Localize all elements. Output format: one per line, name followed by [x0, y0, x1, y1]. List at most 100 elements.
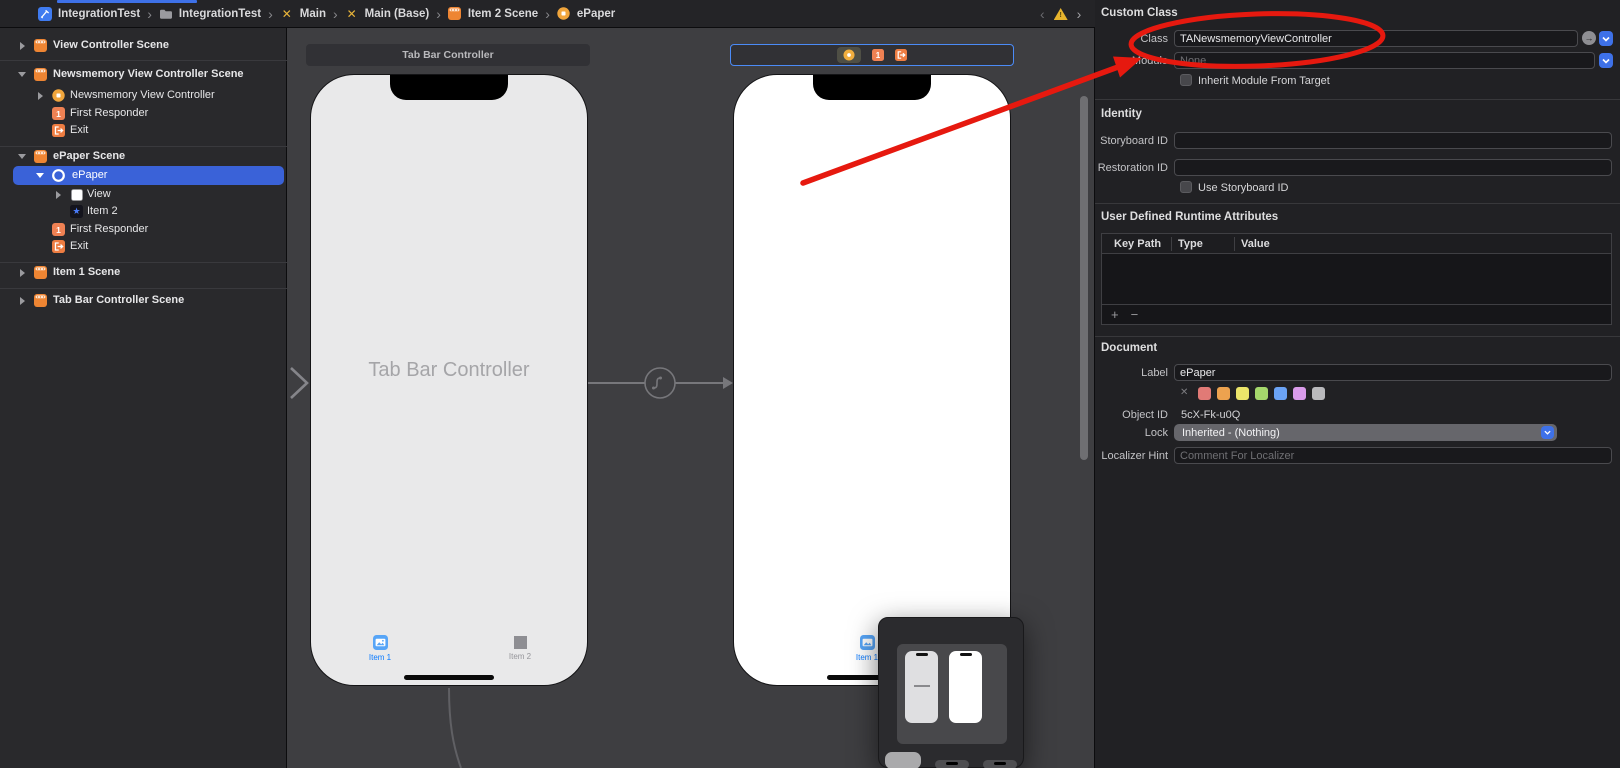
breadcrumb-storyboard[interactable]: ✕ Main: [280, 7, 326, 21]
disclosure-chevron-icon[interactable]: [20, 269, 25, 277]
outline-divider: [0, 60, 287, 61]
color-swatch[interactable]: [1312, 387, 1325, 400]
outline-row-tabbar-scene[interactable]: Tab Bar Controller Scene: [0, 292, 287, 310]
localizer-hint-field[interactable]: [1174, 447, 1612, 464]
outline-row-newsmemory-vc[interactable]: Newsmemory View Controller: [0, 87, 287, 105]
document-label-field[interactable]: [1174, 364, 1612, 381]
storyboard-icon: ✕: [280, 7, 294, 21]
disclosure-chevron-icon[interactable]: [36, 173, 44, 178]
storyboard-id-field[interactable]: [1174, 132, 1612, 149]
breadcrumb-label: Item 2 Scene: [468, 8, 538, 20]
outline-row-newsmemory-scene[interactable]: Newsmemory View Controller Scene: [0, 66, 287, 84]
tab-bar-item-icon: ★: [70, 205, 83, 218]
storyboard-canvas[interactable]: Tab Bar Controller Tab Bar Controller It…: [287, 28, 1095, 768]
storyboard-minimap[interactable]: [878, 617, 1024, 768]
view-icon: [70, 188, 83, 201]
section-title-identity: Identity: [1101, 108, 1142, 120]
color-swatch[interactable]: [1198, 387, 1211, 400]
minimap-viewport[interactable]: [897, 644, 1007, 744]
tab-bar-controller-header[interactable]: Tab Bar Controller: [306, 44, 590, 66]
forward-button[interactable]: ›: [1077, 0, 1082, 28]
color-swatch[interactable]: [1293, 387, 1306, 400]
vertical-scrollbar[interactable]: [1080, 96, 1088, 460]
view-controller-icon-selected[interactable]: [837, 47, 861, 63]
outline-row-first-responder[interactable]: 1 First Responder: [0, 221, 287, 239]
minimap-thumb-scene: [935, 760, 969, 768]
outline-label: Item 1 Scene: [53, 266, 120, 278]
breadcrumb-project[interactable]: IntegrationTest: [38, 7, 140, 21]
photo-icon: [860, 635, 875, 650]
outline-row-view-controller-scene[interactable]: View Controller Scene: [0, 37, 287, 55]
jump-to-class-icon[interactable]: →: [1582, 31, 1596, 45]
breadcrumb-separator: ›: [261, 6, 280, 22]
exit-icon[interactable]: [895, 49, 907, 61]
disclosure-chevron-icon[interactable]: [18, 154, 26, 159]
outline-row-item2[interactable]: ★ Item 2: [0, 203, 287, 221]
outline-row-epaper-scene[interactable]: ePaper Scene: [0, 148, 287, 166]
outline-divider: [0, 288, 287, 289]
color-swatch[interactable]: [1255, 387, 1268, 400]
warning-icon[interactable]: !: [1054, 8, 1068, 20]
class-field[interactable]: [1174, 30, 1578, 47]
outline-label: View Controller Scene: [53, 39, 169, 51]
class-label: Class: [1095, 33, 1168, 45]
storyboard-id-label: Storyboard ID: [1095, 135, 1168, 147]
restoration-id-label: Restoration ID: [1095, 162, 1168, 174]
disclosure-chevron-icon[interactable]: [18, 72, 26, 77]
module-dropdown-button[interactable]: [1599, 53, 1613, 68]
back-button[interactable]: ‹: [1040, 0, 1045, 28]
restoration-id-field[interactable]: [1174, 159, 1612, 176]
outline-row-first-responder[interactable]: 1 First Responder: [0, 105, 287, 123]
color-swatch[interactable]: [1217, 387, 1230, 400]
module-label: Module: [1095, 55, 1168, 67]
disclosure-chevron-icon[interactable]: [20, 297, 25, 305]
outline-row-exit[interactable]: Exit: [0, 238, 287, 256]
first-responder-icon: 1: [52, 223, 65, 236]
exit-icon: [52, 240, 65, 253]
color-swatch[interactable]: [1236, 387, 1249, 400]
disclosure-chevron-icon[interactable]: [20, 42, 25, 50]
color-tag-row: ✕: [1180, 387, 1480, 400]
outline-row-exit[interactable]: Exit: [0, 122, 287, 140]
inherit-module-label: Inherit Module From Target: [1198, 75, 1330, 87]
epaper-device[interactable]: Item 1: [733, 74, 1011, 686]
clear-color-icon[interactable]: ✕: [1180, 387, 1188, 398]
use-storyboard-id-checkbox[interactable]: [1180, 181, 1192, 193]
epaper-header-selected[interactable]: 1: [730, 44, 1014, 66]
disclosure-chevron-icon[interactable]: [56, 191, 61, 199]
outline-divider: [0, 262, 287, 263]
runtime-attributes-table[interactable]: Key Path Type Value + −: [1101, 233, 1612, 325]
color-swatch[interactable]: [1274, 387, 1287, 400]
section-title-custom-class: Custom Class: [1101, 7, 1178, 19]
module-field[interactable]: [1174, 52, 1595, 69]
class-dropdown-button[interactable]: [1599, 31, 1613, 46]
outline-label: Tab Bar Controller Scene: [53, 294, 184, 306]
lock-dropdown[interactable]: Inherited - (Nothing): [1174, 424, 1557, 441]
outline-label: First Responder: [70, 107, 148, 119]
breadcrumb-storyboard-base[interactable]: ✕ Main (Base): [345, 7, 430, 21]
disclosure-chevron-icon[interactable]: [38, 92, 43, 100]
tab-item-2[interactable]: Item 2: [492, 636, 548, 661]
localizer-hint-label: Localizer Hint: [1095, 450, 1168, 462]
tab-item-1[interactable]: Item 1: [352, 635, 408, 662]
add-attribute-button[interactable]: +: [1111, 307, 1119, 322]
document-label-label: Label: [1095, 367, 1168, 379]
first-responder-icon[interactable]: 1: [872, 49, 884, 61]
breadcrumb-scene[interactable]: Item 2 Scene: [448, 7, 538, 21]
outline-row-view[interactable]: View: [0, 186, 287, 204]
outline-row-item1-scene[interactable]: Item 1 Scene: [0, 264, 287, 282]
outline-row-epaper-selected[interactable]: ePaper: [0, 167, 287, 185]
breadcrumb-folder[interactable]: IntegrationTest: [159, 7, 261, 21]
remove-attribute-button[interactable]: −: [1131, 307, 1139, 322]
folder-icon: [159, 7, 173, 21]
tab-bar-controller-device[interactable]: Tab Bar Controller Item 1 Item 2: [310, 74, 588, 686]
breadcrumb-label: ePaper: [577, 8, 615, 20]
outline-label: View: [87, 188, 111, 200]
breadcrumb-view-controller[interactable]: ePaper: [557, 7, 615, 21]
breadcrumb-separator: ›: [429, 6, 448, 22]
photo-icon: [373, 635, 388, 650]
view-controller-icon: [52, 89, 65, 102]
inherit-module-checkbox[interactable]: [1180, 74, 1192, 86]
object-id-label: Object ID: [1095, 409, 1168, 421]
minimap-thumb-epaper: [949, 651, 982, 723]
